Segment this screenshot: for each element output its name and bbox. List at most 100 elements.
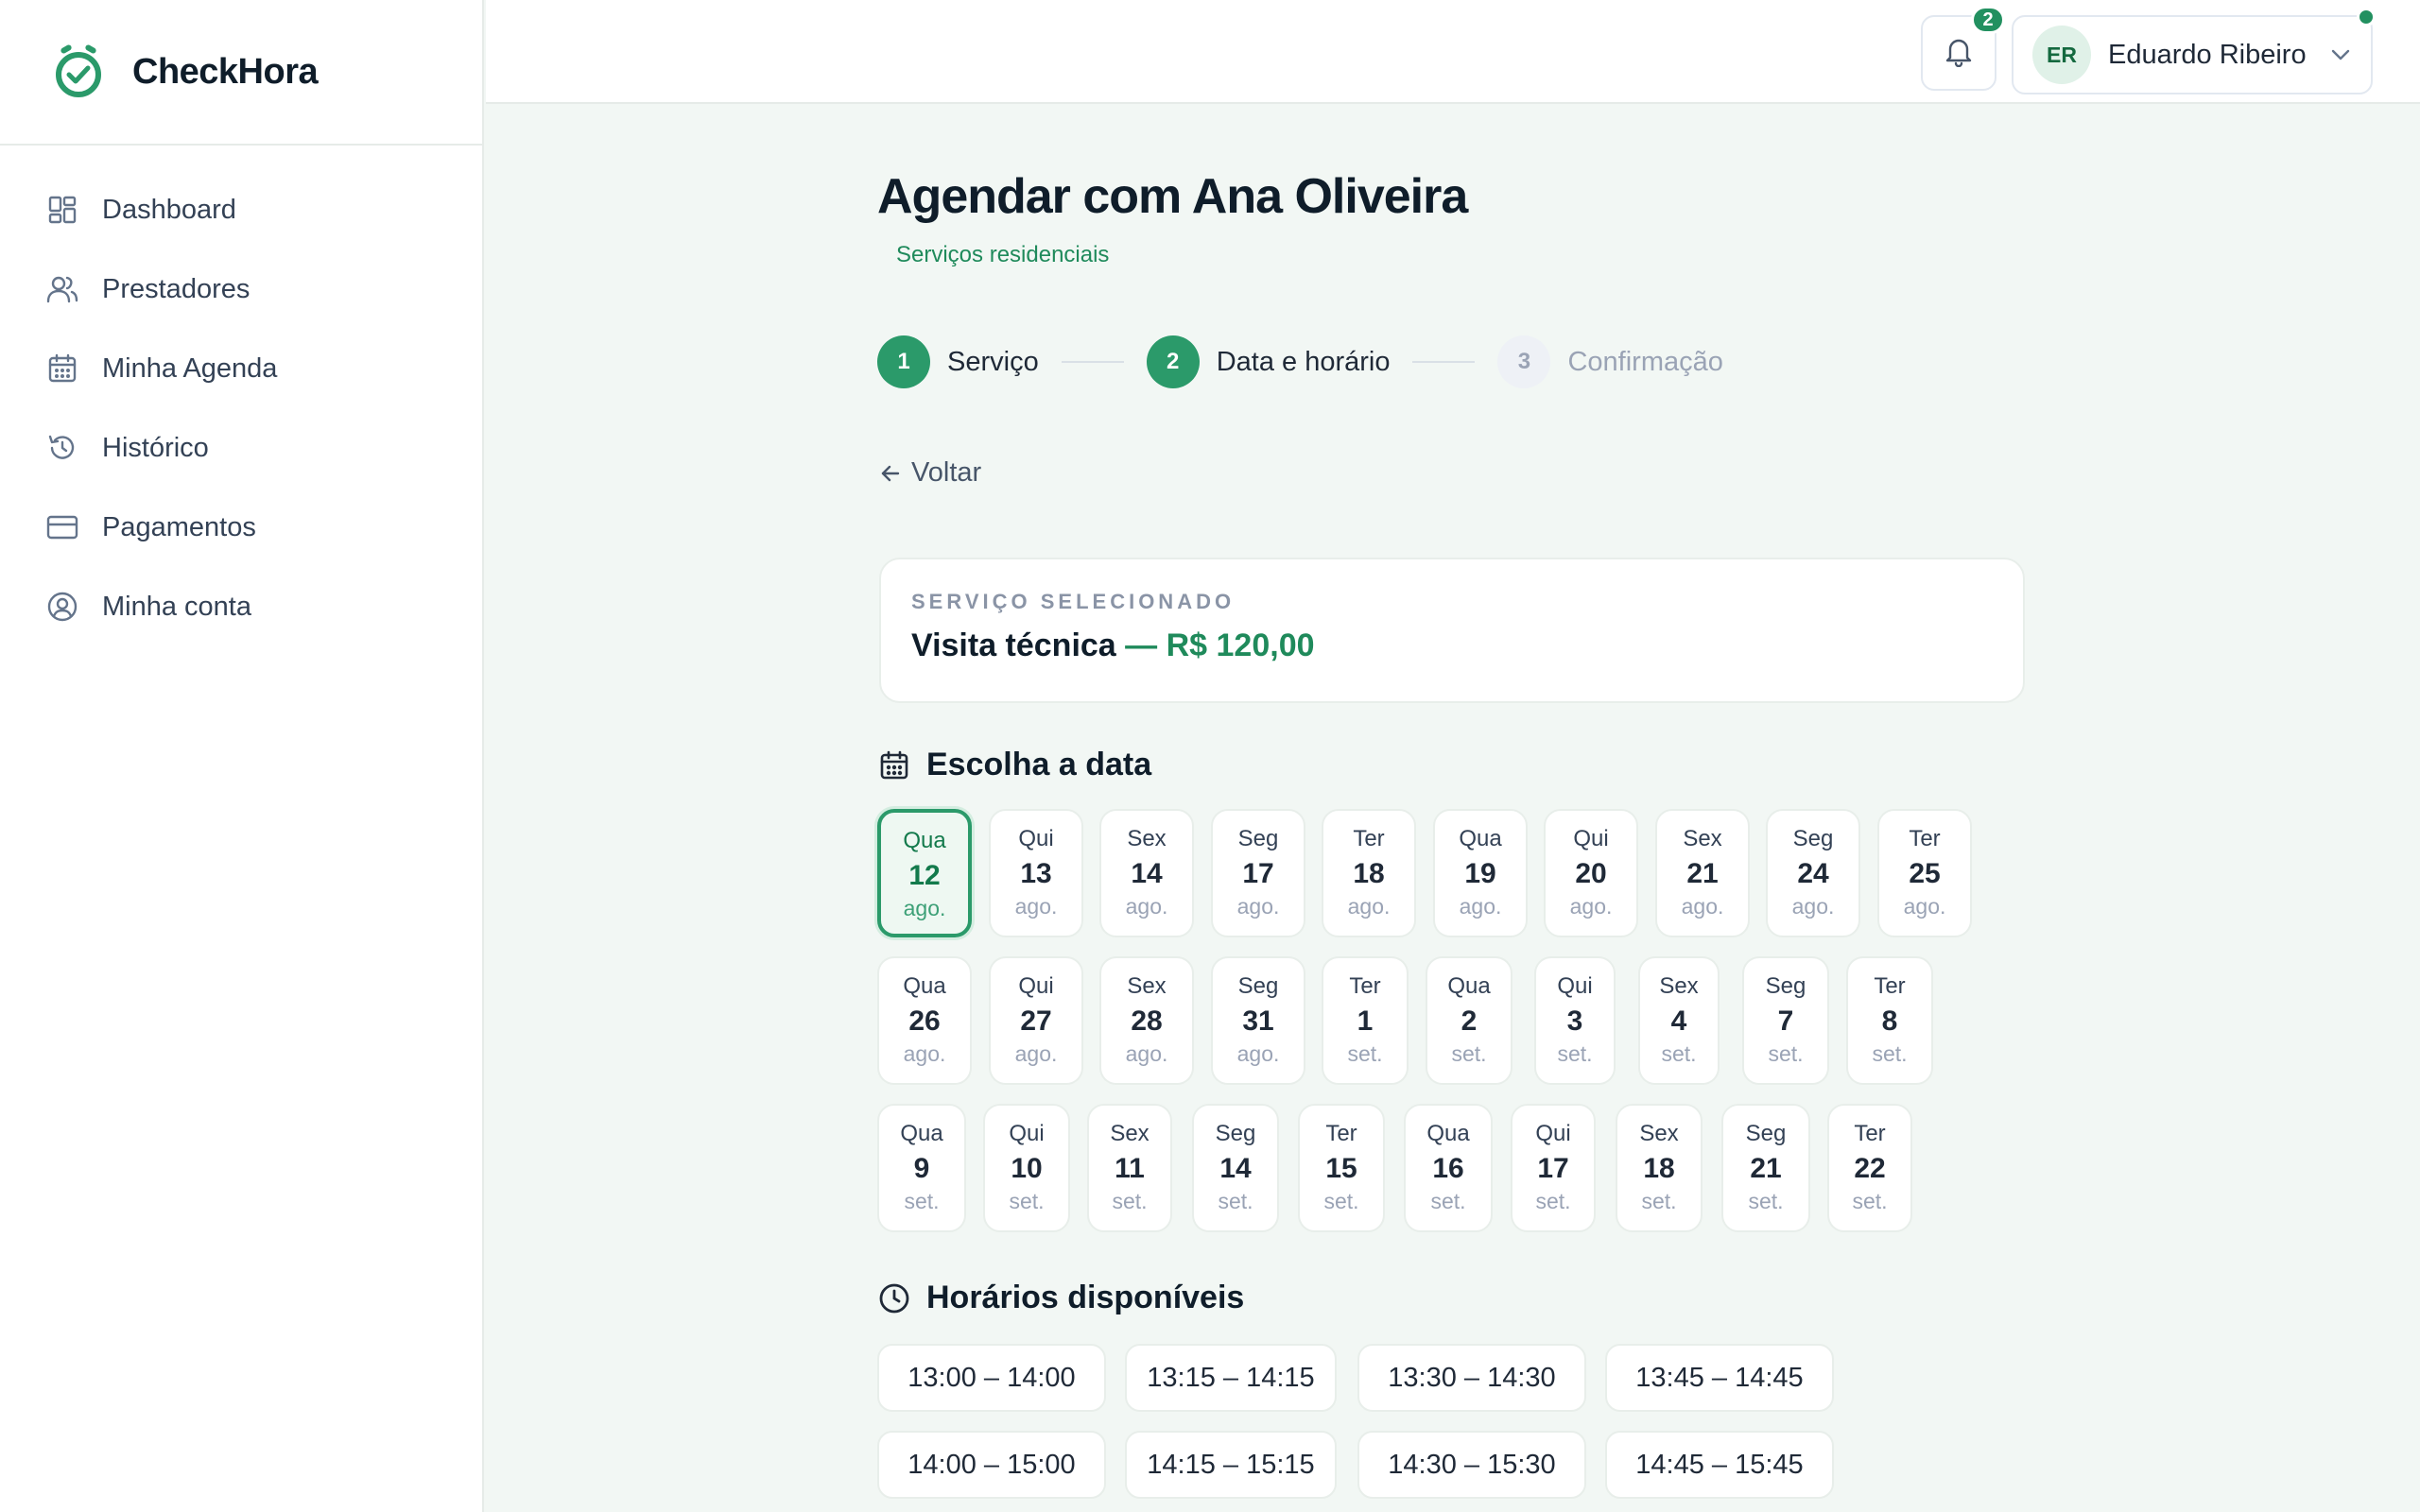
date-option[interactable]: Ter 22 set. <box>1827 1104 1912 1232</box>
sidebar-item-prestadores[interactable]: Prestadores <box>0 249 482 329</box>
date-day: 9 <box>913 1153 930 1184</box>
date-day: 22 <box>1854 1153 1886 1184</box>
sidebar-item-label: Prestadores <box>102 273 251 304</box>
dashboard-icon <box>45 193 79 227</box>
date-month: ago. <box>1125 1041 1168 1066</box>
date-day: 16 <box>1432 1153 1464 1184</box>
sidebar-item-label: Histórico <box>102 432 209 463</box>
date-option[interactable]: Ter 18 ago. <box>1322 809 1416 937</box>
user-circle-icon <box>45 590 79 624</box>
date-day: 28 <box>1131 1005 1163 1037</box>
time-slot-button[interactable]: 13:30 – 14:30 <box>1357 1344 1586 1412</box>
sidebar-item-dashboard[interactable]: Dashboard <box>0 170 482 249</box>
date-option[interactable]: Sex 28 ago. <box>1099 956 1194 1085</box>
date-option[interactable]: Seg 14 set. <box>1192 1104 1279 1232</box>
date-day: 14 <box>1219 1153 1252 1184</box>
date-option[interactable]: Seg 24 ago. <box>1766 809 1860 937</box>
user-menu-button[interactable]: ER Eduardo Ribeiro <box>2012 15 2373 94</box>
date-day: 11 <box>1115 1153 1145 1184</box>
step-connector <box>1412 361 1476 363</box>
date-weekday: Qui <box>1018 973 1054 999</box>
date-weekday: Sex <box>1127 826 1167 851</box>
date-option[interactable]: Qua 9 set. <box>877 1104 966 1232</box>
date-weekday: Qua <box>1447 973 1491 999</box>
time-slot-button[interactable]: 14:45 – 15:45 <box>1605 1431 1834 1499</box>
date-weekday: Seg <box>1237 826 1279 851</box>
date-option[interactable]: Seg 31 ago. <box>1211 956 1305 1085</box>
date-weekday: Qua <box>1426 1121 1470 1146</box>
date-day: 12 <box>908 860 941 891</box>
date-option[interactable]: Sex 11 set. <box>1087 1104 1172 1232</box>
date-month: ago. <box>1347 894 1391 919</box>
sidebar-item-minha-agenda[interactable]: Minha Agenda <box>0 329 482 408</box>
date-option[interactable]: Qui 3 set. <box>1534 956 1616 1085</box>
date-option[interactable]: Qui 13 ago. <box>989 809 1083 937</box>
date-month: set. <box>1641 1189 1677 1213</box>
date-option[interactable]: Seg 7 set. <box>1742 956 1829 1085</box>
time-slot-button[interactable]: 14:30 – 15:30 <box>1357 1431 1586 1499</box>
date-day: 20 <box>1575 858 1607 889</box>
sidebar: CheckHora Dashboard Prestadores Minha Ag… <box>0 0 484 1512</box>
date-day: 24 <box>1797 858 1829 889</box>
sidebar-item-pagamentos[interactable]: Pagamentos <box>0 488 482 567</box>
date-month: set. <box>1768 1041 1804 1066</box>
sidebar-nav: Dashboard Prestadores Minha Agenda Histó… <box>0 146 482 646</box>
date-option[interactable]: Sex 4 set. <box>1638 956 1720 1085</box>
date-option[interactable]: Qui 17 set. <box>1511 1104 1596 1232</box>
date-option[interactable]: Ter 15 set. <box>1298 1104 1385 1232</box>
date-option[interactable]: Sex 18 set. <box>1616 1104 1703 1232</box>
date-day: 19 <box>1464 858 1496 889</box>
date-option[interactable]: Qui 20 ago. <box>1544 809 1638 937</box>
date-month: ago. <box>1681 894 1724 919</box>
date-option[interactable]: Sex 21 ago. <box>1655 809 1750 937</box>
date-day: 8 <box>1881 1005 1898 1037</box>
date-option[interactable]: Qui 10 set. <box>983 1104 1070 1232</box>
date-option[interactable]: Seg 17 ago. <box>1211 809 1305 937</box>
date-weekday: Seg <box>1745 1121 1787 1146</box>
time-slot-button[interactable]: 14:00 – 15:00 <box>877 1431 1106 1499</box>
date-option[interactable]: Qua 2 set. <box>1426 956 1512 1085</box>
date-weekday: Ter <box>1325 1121 1357 1146</box>
date-option[interactable]: Sex 14 ago. <box>1099 809 1194 937</box>
date-option[interactable]: Qua 19 ago. <box>1433 809 1528 937</box>
step-number: 3 <box>1497 335 1551 388</box>
date-month: ago. <box>1903 894 1946 919</box>
date-day: 17 <box>1242 858 1274 889</box>
brand[interactable]: CheckHora <box>0 0 482 146</box>
date-option[interactable]: Qua 12 ago. <box>877 809 972 937</box>
date-month: ago. <box>1459 894 1502 919</box>
time-slot-button[interactable]: 13:00 – 14:00 <box>877 1344 1106 1412</box>
date-month: set. <box>1557 1041 1593 1066</box>
date-weekday: Seg <box>1237 973 1279 999</box>
calendar-icon <box>877 748 911 782</box>
date-month: set. <box>1347 1041 1383 1066</box>
date-option[interactable]: Qui 27 ago. <box>989 956 1083 1085</box>
date-option[interactable]: Ter 1 set. <box>1322 956 1409 1085</box>
date-month: ago. <box>1125 894 1168 919</box>
time-slot-button[interactable]: 13:45 – 14:45 <box>1605 1344 1834 1412</box>
bell-icon <box>1944 35 1974 72</box>
history-icon <box>45 431 79 465</box>
date-month: ago. <box>1569 894 1613 919</box>
page-subtitle: Serviços residenciais <box>896 242 1110 267</box>
date-weekday: Qui <box>1573 826 1609 851</box>
selected-service-card: SERVIÇO SELECIONADO Visita técnica — R$ … <box>879 558 2025 703</box>
date-weekday: Seg <box>1765 973 1806 999</box>
step-connector <box>1061 361 1124 363</box>
sidebar-item-historico[interactable]: Histórico <box>0 408 482 488</box>
step-servico[interactable]: 1 Serviço <box>877 335 1039 388</box>
step-label: Data e horário <box>1216 346 1391 377</box>
date-option[interactable]: Seg 21 set. <box>1721 1104 1810 1232</box>
time-slot-button[interactable]: 13:15 – 14:15 <box>1125 1344 1337 1412</box>
sidebar-item-minha-conta[interactable]: Minha conta <box>0 567 482 646</box>
date-month: ago. <box>1236 894 1280 919</box>
section-title-text: Escolha a data <box>926 747 1152 782</box>
back-button[interactable]: Voltar <box>877 457 981 489</box>
date-option[interactable]: Ter 25 ago. <box>1877 809 1972 937</box>
date-option[interactable]: Qua 16 set. <box>1404 1104 1493 1232</box>
date-option[interactable]: Ter 8 set. <box>1846 956 1933 1085</box>
time-slot-button[interactable]: 14:15 – 15:15 <box>1125 1431 1337 1499</box>
date-option[interactable]: Qua 26 ago. <box>877 956 972 1085</box>
clock-icon <box>877 1281 911 1315</box>
date-day: 13 <box>1020 858 1052 889</box>
